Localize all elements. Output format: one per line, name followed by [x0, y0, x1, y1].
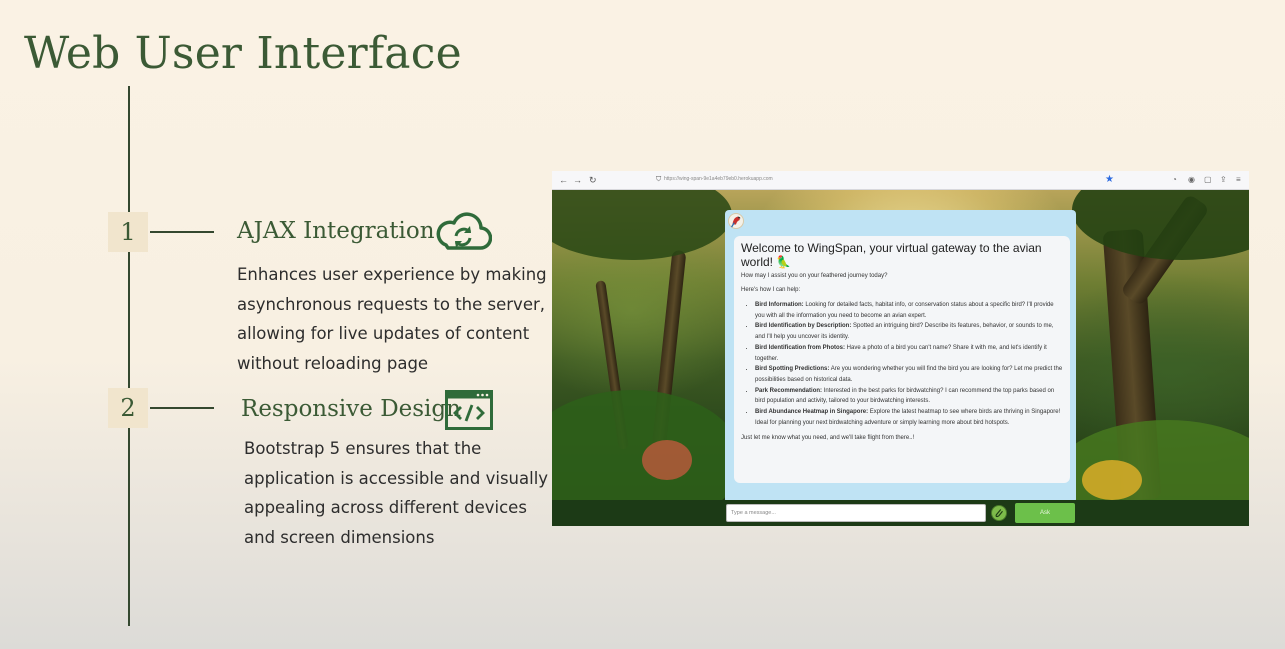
description-line: appealing across different devices — [244, 498, 527, 517]
cloud-sync-icon — [436, 212, 492, 250]
description-line: Enhances user experience by making — [237, 265, 547, 284]
description-line: asynchronous requests to the server, — [237, 294, 545, 314]
ask-button[interactable]: Ask — [1015, 503, 1075, 523]
canopy — [552, 190, 732, 260]
description-line: Bootstrap 5 ensures that the — [244, 439, 482, 458]
slide-title: Web User Interface — [24, 28, 462, 79]
canopy — [1072, 190, 1249, 260]
chat-window: Welcome to WingSpan, your virtual gatewa… — [725, 210, 1076, 500]
yellow-plant — [1082, 460, 1142, 500]
item-title-responsive: Responsive Design — [241, 396, 461, 422]
bookmark-star-icon[interactable]: ★ — [1105, 174, 1114, 185]
timeline-line — [128, 86, 130, 626]
forward-icon[interactable]: → — [573, 175, 582, 185]
feature-item: Bird Abundance Heatmap in Singapore: Exp… — [755, 407, 1063, 428]
item-title-ajax: AJAX Integration — [237, 218, 435, 244]
help-intro: Here's how I can help: — [741, 287, 801, 293]
connector-1 — [150, 231, 214, 233]
parrot-icon — [731, 216, 741, 228]
red-plant — [642, 440, 692, 480]
message-input[interactable]: Type a message... — [726, 504, 986, 522]
feature-item: Bird Information: Looking for detailed f… — [755, 300, 1063, 321]
attach-photo-button[interactable] — [991, 505, 1007, 521]
feature-item: Bird Spotting Predictions: Are you wonde… — [755, 364, 1063, 385]
chat-input-bar: Type a message... Ask — [552, 500, 1249, 526]
extensions-icon[interactable]: ▢ — [1204, 175, 1212, 185]
welcome-message: Welcome to WingSpan, your virtual gatewa… — [741, 241, 1042, 269]
browser-toolbar: ← → ↻ ⛉ https://wing-span-9e1a4eb79eb0.h… — [552, 171, 1249, 190]
share-icon[interactable]: ⇪ — [1220, 175, 1227, 185]
description-line: without reloading page — [237, 353, 429, 373]
closing-message: Just let me know what you need, and we'l… — [741, 435, 915, 442]
paperclip-icon — [995, 509, 1003, 518]
code-window-icon — [445, 390, 493, 430]
menu-icon[interactable]: ≡ — [1236, 175, 1241, 185]
feature-item: Bird Identification by Description: Spot… — [755, 321, 1063, 342]
shield-icon: ⛉ — [656, 176, 662, 183]
pocket-icon[interactable]: ◔ — [1172, 175, 1177, 185]
bot-avatar — [728, 213, 744, 229]
feature-list: Bird Information: Looking for detailed f… — [755, 300, 1063, 428]
reload-icon[interactable]: ↻ — [589, 175, 597, 185]
description-line: application is accessible and visually — [244, 468, 549, 488]
back-icon[interactable]: ← — [559, 175, 568, 185]
jungle-background: Welcome to WingSpan, your virtual gatewa… — [552, 190, 1249, 500]
item-description-ajax: Enhances user experience by making async… — [237, 260, 547, 378]
bot-message: Welcome to WingSpan, your virtual gatewa… — [734, 236, 1070, 483]
foliage — [1052, 420, 1249, 500]
feature-item: Park Recommendation: Interested in the b… — [755, 386, 1063, 407]
account-icon[interactable]: ◉ — [1188, 175, 1195, 185]
description-line: allowing for live updates of content — [237, 324, 530, 343]
feature-item: Bird Identification from Photos: Have a … — [755, 343, 1063, 364]
item-description-responsive: Bootstrap 5 ensures that the application… — [244, 434, 548, 552]
step-number-1: 1 — [108, 212, 148, 252]
step-number-2: 2 — [108, 388, 148, 428]
foliage — [552, 390, 742, 500]
description-line: and screen dimensions — [244, 527, 435, 547]
address-bar[interactable]: https://wing-span-9e1a4eb79eb0.herokuapp… — [664, 176, 773, 182]
assist-question: How may I assist you on your feathered j… — [741, 273, 888, 279]
connector-2 — [150, 407, 214, 409]
browser-screenshot: ← → ↻ ⛉ https://wing-span-9e1a4eb79eb0.h… — [552, 171, 1249, 526]
